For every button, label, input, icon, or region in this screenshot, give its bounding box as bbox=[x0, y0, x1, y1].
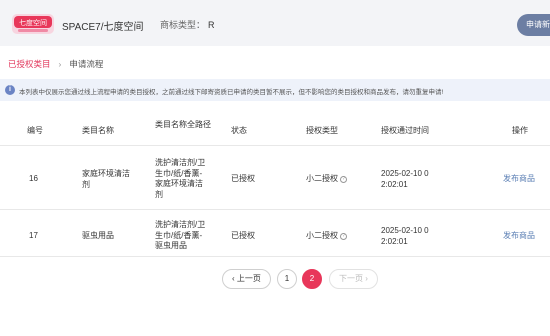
publish-product-link[interactable]: 发布商品 bbox=[503, 174, 535, 185]
row-category-path: 洗护清洁剂/卫 生巾/纸/香薰- 家庭环境清洁 剂 bbox=[155, 158, 206, 199]
brand-type-value: R bbox=[208, 20, 215, 30]
svg-text:七度空间: 七度空间 bbox=[19, 18, 47, 27]
page-1-button[interactable]: 1 bbox=[277, 269, 297, 289]
col-header-auth-time: 授权通过时间 bbox=[381, 126, 429, 135]
row-auth-time: 2025-02-10 0 2:02:01 bbox=[381, 226, 429, 246]
row-id: 16 bbox=[29, 174, 38, 183]
publish-product-link[interactable]: 发布商品 bbox=[503, 231, 535, 242]
col-header-category-path: 类目名称全路径 bbox=[155, 120, 211, 129]
shop-name: SPACE7/七度空间 bbox=[62, 22, 144, 33]
help-icon[interactable]: ? bbox=[340, 176, 347, 183]
row-category-path: 洗护清洁剂/卫 生巾/纸/香薰- 驱虫用品 bbox=[155, 220, 206, 250]
brand-type: 商标类型： R bbox=[160, 18, 215, 31]
breadcrumb: 已授权类目 › 申请流程 bbox=[8, 58, 103, 70]
row-id: 17 bbox=[29, 231, 38, 240]
row-status: 已授权 bbox=[231, 231, 255, 240]
next-page-button[interactable]: 下一页 › bbox=[329, 269, 378, 289]
brand-logo: 七度空间 bbox=[12, 14, 54, 34]
apply-new-button[interactable]: 申请新 bbox=[517, 14, 550, 36]
notice-text: 本列表中仅展示您通过线上流程申请的类目授权，之前通过线下邮寄资质已申请的类目暂不… bbox=[19, 89, 444, 96]
breadcrumb-current: 申请流程 bbox=[69, 59, 104, 69]
row-auth-time: 2025-02-10 0 2:02:01 bbox=[381, 169, 429, 189]
table-header-divider bbox=[0, 145, 550, 146]
col-header-action: 操作 bbox=[512, 126, 528, 135]
row-auth-type: 小二授权? bbox=[306, 174, 347, 185]
row-auth-type: 小二授权? bbox=[306, 231, 347, 242]
row-status: 已授权 bbox=[231, 174, 255, 183]
col-header-id: 编号 bbox=[27, 126, 43, 135]
col-header-auth-type: 授权类型 bbox=[306, 126, 338, 135]
brand-type-label: 商标类型： bbox=[160, 20, 206, 30]
notice-bar: i 本列表中仅展示您通过线上流程申请的类目授权，之前通过线下邮寄资质已申请的类目… bbox=[0, 79, 550, 101]
row-divider bbox=[0, 209, 550, 210]
page-2-button[interactable]: 2 bbox=[302, 269, 322, 289]
row-category-name: 家庭环境清洁 剂 bbox=[82, 169, 130, 189]
info-icon: i bbox=[5, 85, 15, 95]
breadcrumb-authorized-categories[interactable]: 已授权类目 bbox=[8, 59, 51, 69]
help-icon[interactable]: ? bbox=[340, 233, 347, 240]
top-header: 七度空间 SPACE7/七度空间 商标类型： R 申请新 bbox=[0, 0, 550, 46]
breadcrumb-separator: › bbox=[58, 59, 62, 69]
row-divider bbox=[0, 256, 550, 257]
col-header-status: 状态 bbox=[231, 126, 247, 135]
row-category-name: 驱虫用品 bbox=[82, 231, 114, 240]
prev-page-button[interactable]: ‹ 上一页 bbox=[222, 269, 271, 289]
col-header-category-name: 类目名称 bbox=[82, 126, 114, 135]
